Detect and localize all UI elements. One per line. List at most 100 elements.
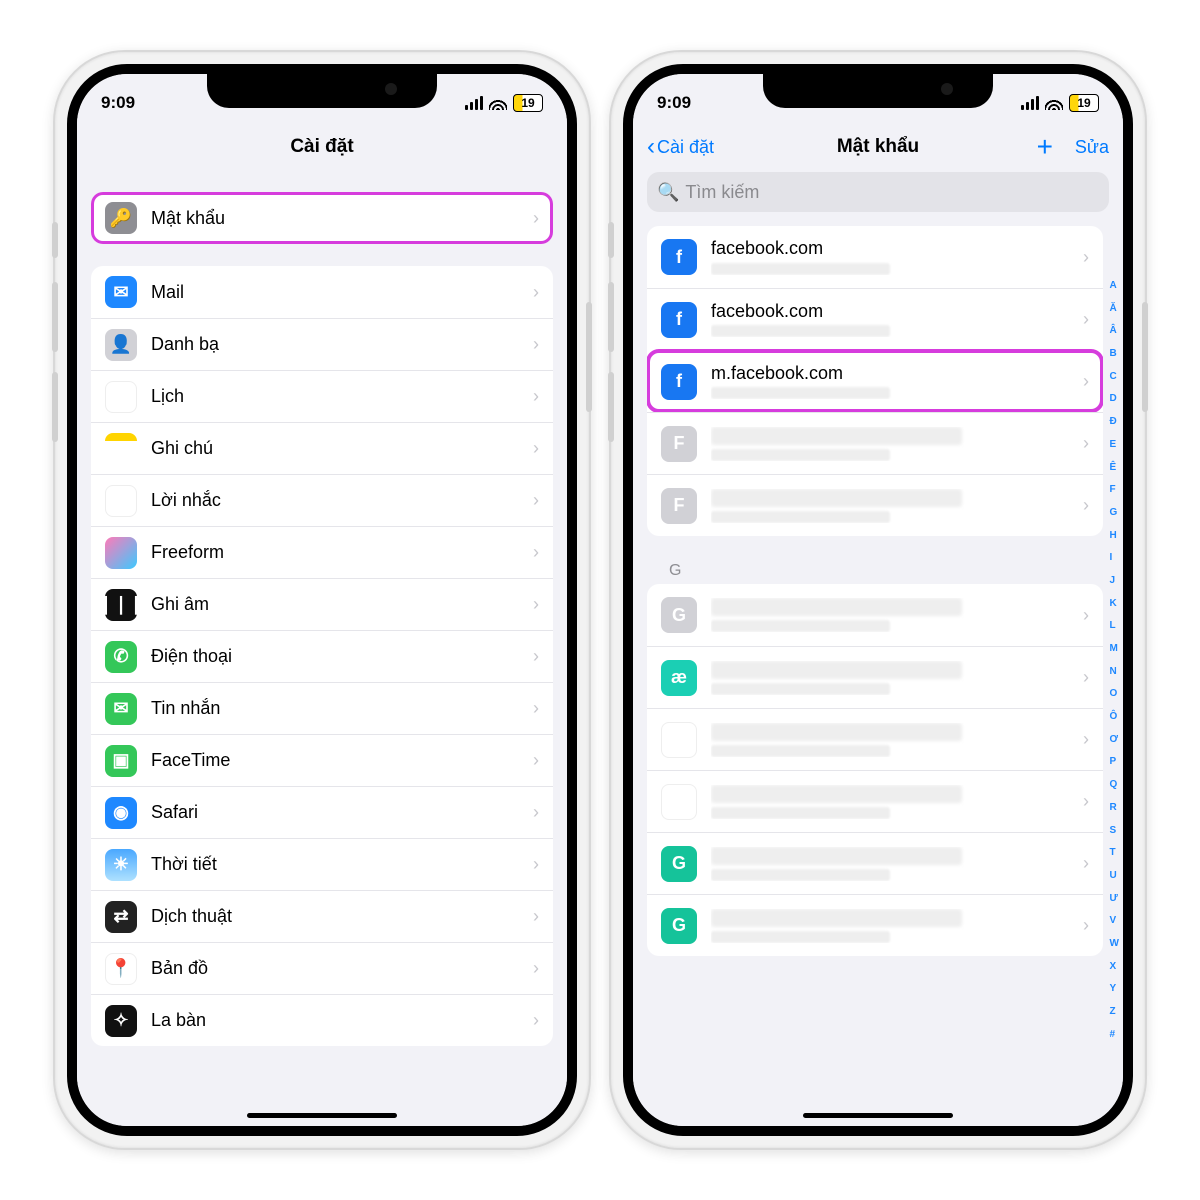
password-row[interactable]: ffacebook.com› — [647, 288, 1103, 350]
row-label: facebook.com — [711, 239, 1069, 275]
settings-row-phone[interactable]: ✆Điện thoại› — [91, 630, 553, 682]
index-letter[interactable]: B — [1110, 348, 1119, 359]
password-row[interactable]: F› — [647, 474, 1103, 536]
index-letter[interactable]: G — [1110, 507, 1119, 518]
index-letter[interactable]: I — [1110, 552, 1119, 563]
row-subtitle-blurred — [711, 387, 890, 399]
index-letter[interactable]: U — [1110, 870, 1119, 881]
index-letter[interactable]: V — [1110, 915, 1119, 926]
settings-row-translate[interactable]: ⇄Dịch thuật› — [91, 890, 553, 942]
settings-row-contacts[interactable]: 👤Danh bạ› — [91, 318, 553, 370]
index-letter[interactable]: Ê — [1110, 462, 1119, 473]
contacts-icon: 👤 — [105, 329, 137, 361]
settings-row-notes[interactable]: Ghi chú› — [91, 422, 553, 474]
site-icon: F — [661, 426, 697, 462]
chevron-right-icon: › — [533, 750, 539, 771]
settings-row-messages[interactable]: ✉Tin nhắn› — [91, 682, 553, 734]
notch — [763, 72, 993, 108]
settings-row-compass[interactable]: ✧La bàn› — [91, 994, 553, 1046]
index-letter[interactable]: Y — [1110, 983, 1119, 994]
index-letter[interactable]: K — [1110, 598, 1119, 609]
index-letter[interactable]: Â — [1110, 325, 1119, 336]
chevron-right-icon: › — [533, 906, 539, 927]
row-label: Bản đồ — [151, 958, 519, 979]
index-letter[interactable]: Z — [1110, 1006, 1119, 1017]
index-letter[interactable]: Ă — [1110, 303, 1119, 314]
index-letter[interactable]: F — [1110, 484, 1119, 495]
home-indicator[interactable] — [803, 1113, 953, 1118]
index-letter[interactable]: Ô — [1110, 711, 1119, 722]
row-label: m.facebook.com — [711, 364, 1069, 400]
clock: 9:09 — [101, 93, 135, 113]
index-letter[interactable]: P — [1110, 756, 1119, 767]
row-label — [711, 427, 1069, 461]
password-row[interactable]: æ› — [647, 646, 1103, 708]
index-letter[interactable]: H — [1110, 530, 1119, 541]
password-row[interactable]: fm.facebook.com› — [647, 350, 1103, 412]
add-button[interactable]: + — [1037, 133, 1053, 161]
index-letter[interactable]: W — [1110, 938, 1119, 949]
password-row[interactable]: G› — [647, 708, 1103, 770]
phone-icon: ✆ — [105, 641, 137, 673]
index-letter[interactable]: S — [1110, 825, 1119, 836]
settings-row-weather[interactable]: ☀Thời tiết› — [91, 838, 553, 890]
settings-row-passwords[interactable]: 🔑Mật khẩu› — [91, 192, 553, 244]
index-letter[interactable]: E — [1110, 439, 1119, 450]
index-letter[interactable]: T — [1110, 847, 1119, 858]
row-label: Ghi âm — [151, 594, 519, 615]
row-label: Lịch — [151, 386, 519, 407]
row-label — [711, 723, 1069, 757]
password-row[interactable]: G› — [647, 770, 1103, 832]
settings-row-freeform[interactable]: Freeform› — [91, 526, 553, 578]
index-letter[interactable]: O — [1110, 688, 1119, 699]
password-row[interactable]: G› — [647, 832, 1103, 894]
alphabet-index[interactable]: A ĂÂ B CD Đ E ÊF G HI J KL M NO Ô ƠP Q R ST U ƯV W XY Z # — [1108, 274, 1121, 1046]
settings-list[interactable]: 🔑Mật khẩu›✉Mail›👤Danh bạ›Lịch›Ghi chú›Lờ… — [77, 172, 567, 1126]
password-row[interactable]: F› — [647, 412, 1103, 474]
index-letter[interactable]: C — [1110, 371, 1119, 382]
row-label: Thời tiết — [151, 854, 519, 875]
index-letter[interactable]: # — [1110, 1029, 1119, 1040]
edit-button[interactable]: Sửa — [1075, 137, 1109, 158]
settings-row-voice-memos[interactable]: ❘❘❘Ghi âm› — [91, 578, 553, 630]
index-letter[interactable]: R — [1110, 802, 1119, 813]
passwords-icon: 🔑 — [105, 202, 137, 234]
index-letter[interactable]: L — [1110, 620, 1119, 631]
password-row[interactable]: G› — [647, 894, 1103, 956]
row-title: m.facebook.com — [711, 364, 1069, 384]
chevron-right-icon: › — [1083, 853, 1089, 874]
settings-row-maps[interactable]: 📍Bản đồ› — [91, 942, 553, 994]
chevron-right-icon: › — [1083, 433, 1089, 454]
index-letter[interactable]: N — [1110, 666, 1119, 677]
chevron-right-icon: › — [533, 282, 539, 303]
settings-row-mail[interactable]: ✉Mail› — [91, 266, 553, 318]
search-input[interactable]: 🔍 Tìm kiếm — [647, 172, 1109, 212]
site-icon: f — [661, 239, 697, 275]
phone-right: AĂÂBCDĐEÊFGHIJKLMNOÔƠPQRSTUƯVWXYZ# 9:09 … — [609, 50, 1147, 1150]
row-label: Dịch thuật — [151, 906, 519, 927]
index-letter[interactable]: M — [1110, 643, 1119, 654]
settings-row-safari[interactable]: ◉Safari› — [91, 786, 553, 838]
row-label — [711, 598, 1069, 632]
settings-row-calendar[interactable]: Lịch› — [91, 370, 553, 422]
index-letter[interactable]: J — [1110, 575, 1119, 586]
index-letter[interactable]: Ư — [1110, 893, 1119, 904]
back-button[interactable]: ‹ Cài đặt — [647, 135, 714, 159]
settings-row-reminders[interactable]: Lời nhắc› — [91, 474, 553, 526]
row-label: La bàn — [151, 1010, 519, 1031]
index-letter[interactable]: X — [1110, 961, 1119, 972]
row-title: facebook.com — [711, 239, 1069, 259]
password-row[interactable]: G› — [647, 584, 1103, 646]
index-letter[interactable]: Q — [1110, 779, 1119, 790]
freeform-icon — [105, 537, 137, 569]
password-row[interactable]: ffacebook.com› — [647, 226, 1103, 288]
settings-row-facetime[interactable]: ▣FaceTime› — [91, 734, 553, 786]
index-letter[interactable]: Ơ — [1110, 734, 1119, 745]
index-letter[interactable]: D — [1110, 393, 1119, 404]
home-indicator[interactable] — [247, 1113, 397, 1118]
index-letter[interactable]: A — [1110, 280, 1119, 291]
row-label: Danh bạ — [151, 334, 519, 355]
index-letter[interactable]: Đ — [1110, 416, 1119, 427]
row-label: Mật khẩu — [151, 208, 519, 229]
row-subtitle-blurred — [711, 807, 890, 819]
